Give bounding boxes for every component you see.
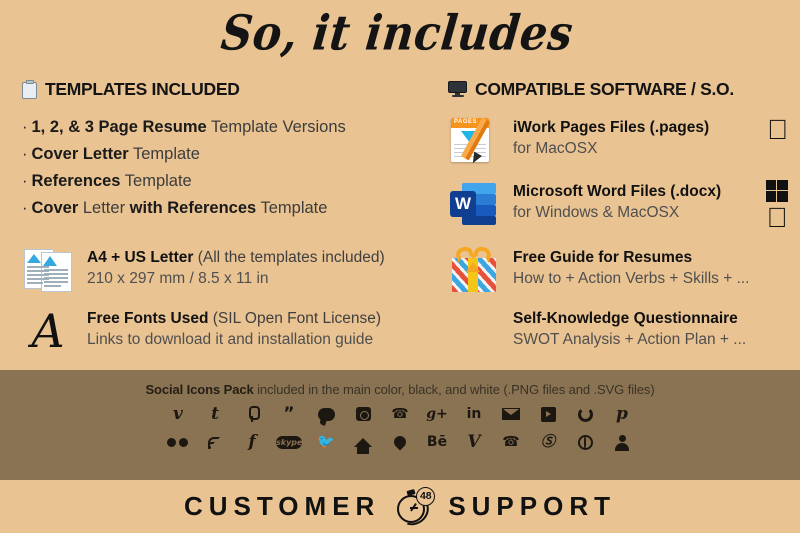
software-heading: COMPATIBLE SOFTWARE / S.O. [448, 78, 788, 100]
windows-icon [766, 180, 788, 202]
location-pin-icon[interactable] [382, 432, 419, 453]
list-item-bold-2: with References [129, 199, 257, 217]
apple-icon:  [767, 204, 788, 232]
list-item-bold: Cover [31, 199, 79, 217]
refresh-icon[interactable] [567, 404, 604, 425]
feature-pages: PAGES iWork Pages Files (.pages) for Mac… [448, 114, 788, 166]
list-item: · 1, 2, & 3 Page Resume Template Versions [22, 118, 346, 136]
feature-title: A4 + US Letter [87, 249, 194, 266]
pages-app-icon: PAGES [448, 114, 500, 166]
software-heading-label: COMPATIBLE SOFTWARE / S.O. [475, 78, 734, 99]
skype-icon[interactable]: skype [271, 432, 308, 453]
list-item: · Cover Letter Template [22, 145, 200, 163]
home-icon[interactable] [345, 432, 382, 454]
clipboard-icon [22, 79, 37, 99]
social-icons-band: Social Icons Pack included in the main c… [0, 370, 800, 480]
feature-note: (SIL Open Font License) [208, 310, 382, 327]
list-item-bold: Cover Letter [31, 145, 129, 163]
feature-subtitle: How to + Action Verbs + Skills + ... [513, 270, 750, 287]
feature-fonts: A Free Fonts Used (SIL Open Font License… [22, 305, 442, 357]
templates-heading-label: TEMPLATES INCLUDED [45, 78, 240, 99]
vine-icon[interactable]: V [456, 432, 493, 453]
documents-icon [22, 244, 74, 296]
feature-title: iWork Pages Files (.pages) [513, 119, 710, 136]
linkedin-icon[interactable]: in [456, 404, 493, 425]
feature-subtitle: for MacOSX [513, 140, 598, 157]
software-column: COMPATIBLE SOFTWARE / S.O. PAGES iWork P… [448, 78, 788, 366]
globe-icon[interactable] [567, 432, 604, 453]
list-item-rest: Template [128, 145, 200, 163]
wordpress-icon[interactable]: Ⓢ [530, 432, 567, 453]
platform-badges:  [766, 180, 788, 232]
feature-title: Free Fonts Used [87, 310, 209, 327]
flickr-icon[interactable] [160, 432, 197, 453]
list-item-rest-2: Template [256, 199, 328, 217]
social-icon-row-1: v t ” ☎ g+ in p [0, 404, 800, 425]
list-item-rest: Template Versions [206, 118, 346, 136]
feature-subtitle: SWOT Analysis + Action Plan + ... [513, 331, 747, 348]
list-item-rest: Template [120, 172, 192, 190]
list-item: · References Template [22, 172, 192, 190]
feature-note: (All the templates included) [193, 249, 385, 266]
footer-right-word: SUPPORT [448, 491, 616, 521]
feature-subtitle: for Windows & MacOSX [513, 204, 680, 221]
twitter-icon[interactable]: 🐦 [308, 432, 345, 453]
footer-left-word: CUSTOMER [184, 491, 381, 521]
support-hours-badge: 48 [416, 486, 436, 506]
podcast-icon[interactable] [234, 404, 271, 425]
tumblr-icon[interactable]: t [197, 404, 234, 425]
whatsapp-icon[interactable]: ☎ [493, 432, 530, 453]
feature-word: W Microsoft Word Files (.docx) for Windo… [448, 178, 788, 232]
list-item-bold: References [31, 172, 121, 190]
behance-icon[interactable]: Bē [419, 432, 456, 453]
feature-title: Microsoft Word Files (.docx) [513, 183, 722, 200]
feature-subtitle: Links to download it and installation gu… [87, 331, 374, 348]
facebook-icon[interactable]: f [234, 432, 271, 453]
list-item-rest: Letter [78, 199, 130, 217]
templates-list: · 1, 2, & 3 Page Resume Template Versions… [22, 114, 442, 222]
social-caption-rest: included in the main color, black, and w… [253, 382, 655, 397]
google-plus-icon[interactable]: g+ [419, 404, 456, 425]
feature-title: Self-Knowledge Questionnaire [513, 310, 738, 327]
email-icon[interactable] [493, 404, 530, 425]
youtube-icon[interactable] [530, 404, 567, 425]
instagram-icon[interactable] [345, 404, 382, 425]
feature-title: Free Guide for Resumes [513, 249, 693, 266]
monitor-icon [448, 81, 467, 97]
gift-icon [448, 244, 500, 296]
templates-heading: TEMPLATES INCLUDED [22, 78, 442, 100]
promo-graphic: So, it includes TEMPLATES INCLUDED · 1, 2… [0, 0, 800, 533]
feature-free-guide: Free Guide for Resumes How to + Action V… [448, 244, 788, 296]
rss-icon[interactable] [197, 432, 234, 453]
letter-a-icon: A [31, 304, 65, 358]
word-app-icon: W [448, 178, 500, 230]
feature-paper-size: A4 + US Letter (All the templates includ… [22, 244, 442, 296]
vimeo-icon[interactable]: v [160, 404, 197, 425]
templates-column: TEMPLATES INCLUDED · 1, 2, & 3 Page Resum… [22, 78, 442, 366]
list-item-bold: 1, 2, & 3 Page Resume [31, 118, 207, 136]
stopwatch-icon: 48 [390, 486, 436, 531]
viber-icon[interactable]: ☎ [382, 404, 419, 425]
feature-questionnaire: Self-Knowledge Questionnaire SWOT Analys… [448, 305, 788, 357]
social-caption-bold: Social Icons Pack [145, 382, 254, 397]
page-title: So, it includes [218, 6, 576, 62]
social-icon-row-2: f skype 🐦 Bē V ☎ Ⓢ [0, 432, 800, 454]
apple-icon:  [767, 116, 788, 144]
social-icons-caption: Social Icons Pack included in the main c… [0, 370, 800, 397]
list-item: · Cover Letter with References Template [22, 199, 328, 217]
platform-badges:  [767, 116, 788, 144]
feature-subtitle: 210 x 297 mm / 8.5 x 11 in [87, 270, 269, 287]
pinterest-icon[interactable]: p [604, 404, 641, 425]
person-icon[interactable] [604, 432, 641, 453]
quote-icon[interactable]: ” [271, 404, 308, 425]
customer-support-footer: CUSTOMER 48 SUPPORT [0, 480, 800, 533]
chat-icon[interactable] [308, 404, 345, 425]
